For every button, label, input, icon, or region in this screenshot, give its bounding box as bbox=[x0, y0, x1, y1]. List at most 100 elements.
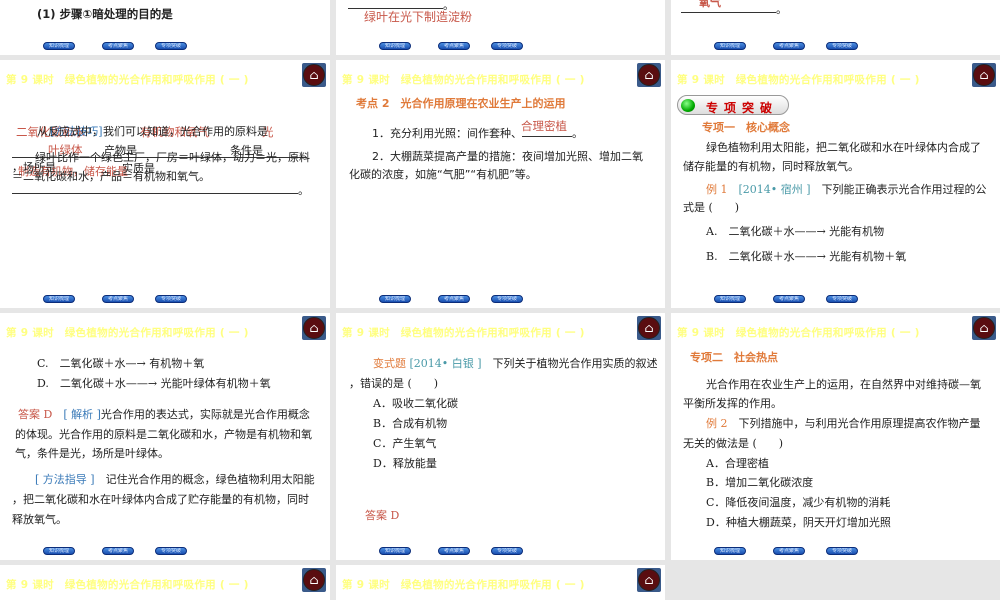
nav-button-breakthrough[interactable]: 专项突破 bbox=[491, 295, 523, 303]
option-c: C. 二氧化碳＋水—→ 有机物＋氧 bbox=[37, 357, 205, 370]
slide-thumbnail[interactable]: 第 9 课时 绿色植物的光合作用和呼吸作用 ( 一 ) ⌂ 专项二 社会热点 光… bbox=[671, 313, 1000, 560]
nav-button-knowledge[interactable]: 知识梳理 bbox=[379, 547, 411, 555]
nav-button-knowledge[interactable]: 知识梳理 bbox=[43, 42, 75, 50]
slide-thumbnail[interactable]: 第 9 课时 绿色植物的光合作用和呼吸作用 ( 一 ) ⌂ bbox=[0, 565, 330, 600]
question-text: ，错误的是 ( ) bbox=[349, 377, 439, 390]
slide-thumbnail[interactable]: 第 9 课时 绿色植物的光合作用和呼吸作用 ( 一 ) ⌂ 考点 2 光合作用原… bbox=[336, 60, 665, 308]
home-button[interactable]: ⌂ bbox=[302, 63, 326, 87]
nav-button-knowledge[interactable]: 知识梳理 bbox=[714, 295, 746, 303]
nav-button-label: 知识梳理 bbox=[384, 296, 405, 302]
nav-button-label: 专项突破 bbox=[496, 548, 517, 554]
nav-button-focus[interactable]: 考点聚焦 bbox=[102, 295, 134, 303]
slide-thumbnail[interactable]: 第 9 课时 绿色植物的光合作用和呼吸作用 ( 一 ) ⌂ 专项突破 专项一 核… bbox=[671, 60, 1000, 308]
nav-button-label: 专项突破 bbox=[496, 296, 517, 302]
nav-button-label: 专项突破 bbox=[160, 548, 181, 554]
slide-thumbnail[interactable]: 氧气 。 知识梳理 考点聚焦 专项突破 bbox=[671, 0, 1000, 55]
nav-button-label: 专项突破 bbox=[831, 43, 852, 49]
home-button[interactable]: ⌂ bbox=[637, 63, 661, 87]
home-icon: ⌂ bbox=[638, 317, 660, 339]
home-button[interactable]: ⌂ bbox=[972, 63, 996, 87]
method-tag: [ 方法指导 ] bbox=[35, 473, 95, 486]
slide-title: 第 9 课时 绿色植物的光合作用和呼吸作用 ( 一 ) bbox=[342, 74, 585, 86]
slide-title: 第 9 课时 绿色植物的光合作用和呼吸作用 ( 一 ) bbox=[677, 327, 920, 339]
question-source: [2014• 白银 ] bbox=[409, 357, 482, 370]
paragraph-line: 光合作用在农业生产上的运用，在自然界中对维持碳—氧 bbox=[706, 378, 981, 391]
nav-button-breakthrough[interactable]: 专项突破 bbox=[155, 295, 187, 303]
paragraph-line: 的体现。光合作用的原料是二氧化碳和水，产物是有机物和氧 bbox=[15, 428, 312, 441]
home-button[interactable]: ⌂ bbox=[637, 568, 661, 592]
nav-button-label: 考点聚焦 bbox=[443, 548, 464, 554]
slide-thumbnail[interactable]: 。 绿叶在光下制造淀粉 知识梳理 考点聚焦 专项突破 bbox=[336, 0, 665, 55]
slide-thumbnail[interactable]: (1) 步骤①暗处理的目的是 知识梳理 考点聚焦 专项突破 bbox=[0, 0, 330, 55]
period: 。 bbox=[572, 127, 583, 140]
nav-button-knowledge[interactable]: 知识梳理 bbox=[714, 547, 746, 555]
option-d: D. 二氧化碳＋水——→ 光能叶绿体有机物＋氧 bbox=[37, 377, 271, 390]
question-text: (1) 步骤①暗处理的目的是 bbox=[37, 7, 173, 21]
nav-button-focus[interactable]: 考点聚焦 bbox=[773, 42, 805, 50]
nav-button-breakthrough[interactable]: 专项突破 bbox=[491, 547, 523, 555]
nav-button-label: 知识梳理 bbox=[719, 548, 740, 554]
nav-button-label: 知识梳理 bbox=[719, 43, 740, 49]
nav-button-focus[interactable]: 考点聚焦 bbox=[102, 547, 134, 555]
nav-button-knowledge[interactable]: 知识梳理 bbox=[379, 42, 411, 50]
paragraph-line: 平衡所发挥的作用。 bbox=[683, 397, 782, 410]
slide-title: 第 9 课时 绿色植物的光合作用和呼吸作用 ( 一 ) bbox=[6, 74, 249, 86]
slide-thumbnail[interactable]: 第 9 课时 绿色植物的光合作用和呼吸作用 ( 一 ) ⌂ bbox=[336, 565, 665, 600]
nav-button-label: 知识梳理 bbox=[384, 548, 405, 554]
nav-button-label: 专项突破 bbox=[831, 548, 852, 554]
nav-button-label: 专项突破 bbox=[831, 296, 852, 302]
question-text: 无关的做法是 ( ) bbox=[683, 437, 784, 450]
nav-button-label: 考点聚焦 bbox=[107, 43, 128, 49]
nav-button-breakthrough[interactable]: 专项突破 bbox=[155, 42, 187, 50]
nav-button-breakthrough[interactable]: 专项突破 bbox=[826, 547, 858, 555]
slide-title: 第 9 课时 绿色植物的光合作用和呼吸作用 ( 一 ) bbox=[342, 327, 585, 339]
slide-thumbnail[interactable]: 第 9 课时 绿色植物的光合作用和呼吸作用 ( 一 ) ⌂ 二氧化碳和水 有机物… bbox=[0, 60, 330, 308]
option-c: C．产生氧气 bbox=[373, 437, 437, 450]
nav-button-knowledge[interactable]: 知识梳理 bbox=[379, 295, 411, 303]
nav-button-focus[interactable]: 考点聚焦 bbox=[438, 547, 470, 555]
nav-button-knowledge[interactable]: 知识梳理 bbox=[43, 295, 75, 303]
nav-button-label: 专项突破 bbox=[496, 43, 517, 49]
paragraph-line: 气，条件是光，场所是叶绿体。 bbox=[15, 447, 169, 460]
nav-button-label: 专项突破 bbox=[160, 43, 181, 49]
home-button[interactable]: ⌂ bbox=[637, 316, 661, 340]
nav-button-focus[interactable]: 考点聚焦 bbox=[773, 547, 805, 555]
option-b: B．合成有机物 bbox=[373, 417, 448, 430]
home-button[interactable]: ⌂ bbox=[972, 316, 996, 340]
nav-button-breakthrough[interactable]: 专项突破 bbox=[826, 42, 858, 50]
paragraph-line: 释放氧气。 bbox=[12, 513, 67, 526]
nav-button-breakthrough[interactable]: 专项突破 bbox=[826, 295, 858, 303]
nav-button-label: 考点聚焦 bbox=[778, 43, 799, 49]
nav-button-breakthrough[interactable]: 专项突破 bbox=[491, 42, 523, 50]
home-icon: ⌂ bbox=[638, 64, 660, 86]
slide-thumbnail[interactable]: 第 9 课时 绿色植物的光合作用和呼吸作用 ( 一 ) ⌂ 变式题 [2014•… bbox=[336, 313, 665, 560]
home-button[interactable]: ⌂ bbox=[302, 316, 326, 340]
option-b: B. 二氧化碳＋水——→ 光能有机物＋氧 bbox=[706, 250, 907, 263]
option-a: A．合理密植 bbox=[706, 457, 769, 470]
home-button[interactable]: ⌂ bbox=[302, 568, 326, 592]
answer-text: 答案 D bbox=[365, 509, 400, 522]
paragraph-line: 储存能量的有机物，同时释放氧气。 bbox=[683, 160, 859, 173]
slide-title: 第 9 课时 绿色植物的光合作用和呼吸作用 ( 一 ) bbox=[677, 74, 920, 86]
paragraph-line: 绿色植物利用太阳能，把二氧化碳和水在叶绿体内合成了 bbox=[706, 141, 981, 154]
nav-button-focus[interactable]: 考点聚焦 bbox=[438, 42, 470, 50]
nav-button-knowledge[interactable]: 知识梳理 bbox=[714, 42, 746, 50]
paragraph-line: 记住光合作用的概念，绿色植物利用太阳能 bbox=[105, 473, 315, 486]
home-icon: ⌂ bbox=[638, 569, 660, 591]
home-icon: ⌂ bbox=[973, 317, 995, 339]
nav-button-focus[interactable]: 考点聚焦 bbox=[438, 295, 470, 303]
nav-button-label: 考点聚焦 bbox=[443, 43, 464, 49]
nav-button-focus[interactable]: 考点聚焦 bbox=[102, 42, 134, 50]
paragraph-line: ，把二氧化碳和水在叶绿体内合成了贮存能量的有机物，同时 bbox=[12, 493, 309, 506]
nav-button-label: 考点聚焦 bbox=[107, 296, 128, 302]
answer-text: 绿叶在光下制造淀粉 bbox=[364, 10, 473, 24]
slide-thumbnail[interactable]: 第 9 课时 绿色植物的光合作用和呼吸作用 ( 一 ) ⌂ C. 二氧化碳＋水—… bbox=[0, 313, 330, 560]
text-line: ＝二氧化碳和水，产品＝有机物和氧气。 bbox=[12, 170, 210, 183]
period: 。 bbox=[298, 184, 309, 197]
nav-button-focus[interactable]: 考点聚焦 bbox=[773, 295, 805, 303]
nav-button-breakthrough[interactable]: 专项突破 bbox=[155, 547, 187, 555]
paragraph-line: 光合作用的表达式，实际就是光合作用概念 bbox=[100, 408, 310, 421]
nav-button-knowledge[interactable]: 知识梳理 bbox=[43, 547, 75, 555]
nav-button-label: 考点聚焦 bbox=[778, 296, 799, 302]
list-item: 2．大棚蔬菜提高产量的措施：夜间增加光照、增加二氧 bbox=[372, 150, 643, 163]
